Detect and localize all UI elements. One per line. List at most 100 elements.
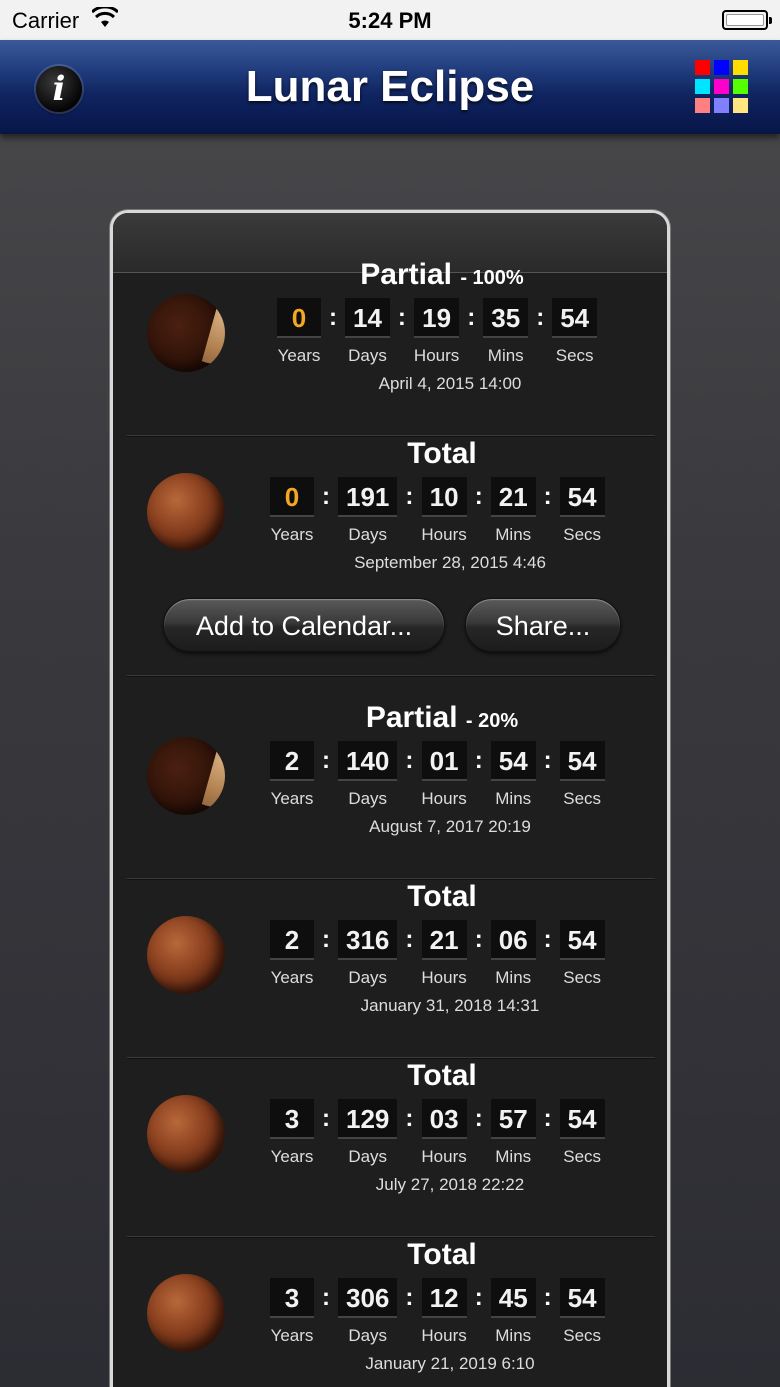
countdown-separator: :: [543, 1284, 552, 1311]
countdown-years-label: Years: [270, 968, 314, 987]
countdown-timer: 0 Years:14 Days:19 Hours:35 Mins:54 Secs: [277, 298, 598, 366]
eclipse-type: Partial - 100%: [277, 258, 607, 292]
countdown-separator: :: [474, 926, 483, 953]
countdown-years-value: 3: [270, 1278, 314, 1318]
countdown-separator: :: [543, 1105, 552, 1132]
eclipse-date: January 31, 2018 14:31: [360, 996, 540, 1015]
nav-bar: i Lunar Eclipse: [0, 40, 780, 134]
grid-cell-icon: [695, 60, 710, 75]
countdown-years: 3 Years: [270, 1099, 314, 1167]
countdown-separator: :: [397, 304, 406, 331]
countdown-separator: :: [405, 483, 414, 510]
countdown-mins-label: Mins: [487, 346, 524, 365]
countdown-mins-label: Mins: [495, 968, 532, 987]
total-moon-icon: [147, 1274, 225, 1352]
countdown-days: 306 Days: [338, 1278, 398, 1346]
eclipse-row[interactable]: Total 2 Years:316 Days:21 Hours:06 Mins:54 Sec…: [127, 880, 655, 1059]
countdown-hours: 19 Hours: [414, 298, 459, 366]
eclipse-row[interactable]: Partial - 20% 2 Years:140 Days:01 Hours:54 Mi…: [127, 701, 655, 880]
countdown-separator: :: [322, 483, 330, 510]
eclipse-list-panel[interactable]: Partial - 100% 0 Years:14 Days:19 Hours:35 Mi…: [110, 210, 670, 1387]
countdown-days-label: Days: [348, 968, 388, 987]
countdown-mins: 21 Mins: [490, 477, 536, 545]
eclipse-row[interactable]: Partial - 100% 0 Years:14 Days:19 Hours:35 Mi…: [127, 258, 655, 437]
row-divider: [127, 675, 655, 677]
countdown-separator: :: [536, 304, 545, 331]
countdown-years: 0 Years: [277, 298, 321, 366]
countdown-hours-value: 01: [421, 741, 467, 781]
grid-cell-icon: [714, 98, 729, 113]
countdown-years: 2 Years: [270, 920, 314, 988]
eclipse-row[interactable]: Total 3 Years:129 Days:03 Hours:57 Mins:54 Sec…: [127, 1059, 655, 1238]
countdown-days-value: 306: [338, 1278, 398, 1318]
countdown-days-value: 140: [338, 741, 398, 781]
countdown-years-value: 2: [270, 920, 314, 960]
countdown-secs-value: 54: [559, 1099, 605, 1139]
countdown-secs-label: Secs: [563, 968, 602, 987]
eclipse-row[interactable]: Total 3 Years:306 Days:12 Hours:45 Mins:54 Sec…: [127, 1238, 655, 1387]
countdown-days-label: Days: [348, 789, 388, 808]
countdown-years-value: 3: [270, 1099, 314, 1139]
eclipse-type-label: Total: [407, 880, 477, 913]
countdown-days-label: Days: [348, 525, 388, 544]
countdown-days: 129 Days: [338, 1099, 398, 1167]
countdown-days: 14 Days: [345, 298, 390, 366]
page-title: Lunar Eclipse: [245, 62, 535, 111]
countdown-hours-value: 21: [421, 920, 467, 960]
eclipse-date: January 21, 2019 6:10: [365, 1354, 535, 1373]
grid-cell-icon: [733, 98, 748, 113]
countdown-hours: 10 Hours: [421, 477, 467, 545]
eclipse-percent: - 100%: [460, 267, 524, 289]
grid-cell-icon: [714, 60, 729, 75]
countdown-years-label: Years: [270, 1326, 314, 1345]
countdown-separator: :: [405, 1284, 414, 1311]
countdown-separator: :: [405, 747, 414, 774]
countdown-timer: 3 Years:129 Days:03 Hours:57 Mins:54 Secs: [270, 1099, 605, 1167]
countdown-secs-value: 54: [552, 298, 598, 338]
grid-cell-icon: [695, 98, 710, 113]
eclipse-type-label: Total: [407, 437, 477, 470]
countdown-timer: 2 Years:316 Days:21 Hours:06 Mins:54 Secs: [270, 920, 605, 988]
total-moon-icon: [147, 916, 225, 994]
countdown-separator: :: [474, 747, 483, 774]
partial-moon-icon: [147, 737, 225, 815]
status-bar: Carrier 5:24 PM: [0, 0, 780, 40]
countdown-years-value: 0: [270, 477, 314, 517]
countdown-mins-value: 06: [490, 920, 536, 960]
total-moon-icon: [147, 473, 225, 551]
countdown-mins: 35 Mins: [483, 298, 529, 366]
add-to-calendar-button[interactable]: Add to Calendar...: [163, 598, 445, 652]
countdown-mins: 06 Mins: [490, 920, 536, 988]
eclipse-date: August 7, 2017 20:19: [369, 817, 531, 836]
countdown-mins-label: Mins: [495, 1326, 532, 1345]
countdown-hours-value: 12: [421, 1278, 467, 1318]
share-button[interactable]: Share...: [465, 598, 621, 652]
countdown-hours-value: 03: [421, 1099, 467, 1139]
countdown-hours-label: Hours: [421, 1326, 467, 1345]
countdown-secs: 54 Secs: [559, 1099, 605, 1167]
eclipse-type-label: Total: [407, 1059, 477, 1092]
countdown-mins-value: 21: [490, 477, 536, 517]
countdown-hours-label: Hours: [413, 346, 460, 365]
countdown-mins: 54 Mins: [490, 741, 536, 809]
countdown-days: 191 Days: [338, 477, 398, 545]
eclipse-type: Total: [277, 1059, 607, 1093]
countdown-secs-label: Secs: [563, 789, 602, 808]
eclipse-date: July 27, 2018 22:22: [375, 1175, 525, 1194]
countdown-secs: 54 Secs: [559, 741, 605, 809]
countdown-timer: 3 Years:306 Days:12 Hours:45 Mins:54 Secs: [270, 1278, 605, 1346]
color-grid-button[interactable]: [695, 60, 749, 114]
countdown-separator: :: [543, 483, 552, 510]
eclipse-type-label: Partial: [360, 258, 452, 291]
countdown-years: 0 Years: [270, 477, 314, 545]
countdown-mins: 45 Mins: [490, 1278, 536, 1346]
countdown-separator: :: [474, 1105, 483, 1132]
countdown-hours-label: Hours: [421, 789, 467, 808]
countdown-days-label: Days: [348, 1147, 388, 1166]
countdown-separator: :: [467, 304, 476, 331]
countdown-separator: :: [543, 926, 552, 953]
countdown-secs-label: Secs: [555, 346, 594, 365]
countdown-secs-label: Secs: [563, 1326, 602, 1345]
countdown-timer: 0 Years:191 Days:10 Hours:21 Mins:54 Secs: [270, 477, 605, 545]
eclipse-type-label: Total: [407, 1238, 477, 1271]
